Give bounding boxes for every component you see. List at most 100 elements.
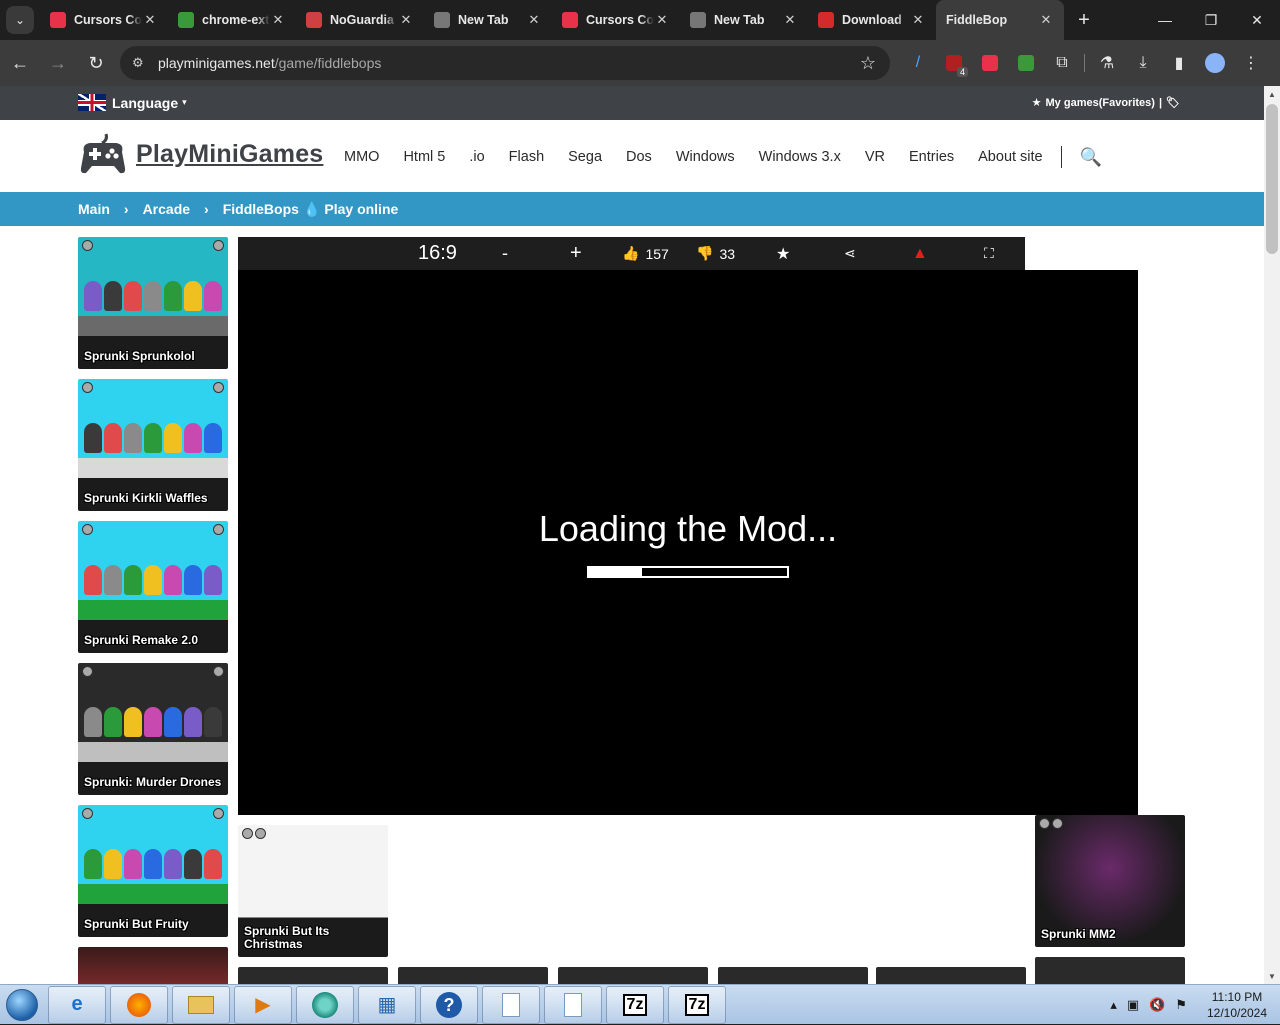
search-icon[interactable]: 🔍 (1080, 147, 1102, 168)
reload-button[interactable]: ↻ (78, 45, 114, 81)
download-icon[interactable]: ⤓ (1125, 45, 1161, 81)
dislike-button[interactable]: 👎 33 (696, 237, 735, 270)
green-extension-icon[interactable] (1008, 45, 1044, 81)
nav-link[interactable]: Entries (909, 149, 954, 165)
like-button[interactable]: 👍 157 (622, 237, 669, 270)
tab-close-icon[interactable]: ✕ (1038, 12, 1054, 28)
scroll-up-icon[interactable]: ▲ (1264, 86, 1280, 102)
start-button[interactable] (0, 985, 44, 1025)
game-thumb-partial[interactable] (1035, 957, 1185, 984)
browser-tab[interactable]: New Tab ✕ (424, 0, 552, 40)
game-thumbnail[interactable]: Sprunki Sprunkolol (78, 237, 228, 369)
browser-tab[interactable]: Download ✕ (808, 0, 936, 40)
bookmark-star-icon[interactable]: ☆ (860, 53, 876, 74)
game-thumb-partial[interactable] (238, 967, 388, 984)
nav-link[interactable]: Windows (676, 149, 735, 165)
7zip-taskbar-icon[interactable]: 7z (668, 985, 726, 1024)
nav-link[interactable]: About site (978, 149, 1043, 165)
clock[interactable]: 11:10 PM 12/10/2024 (1202, 989, 1272, 1021)
action-center-flag-icon[interactable]: ⚑ (1175, 997, 1187, 1013)
breadcrumb-section[interactable]: Arcade (143, 201, 190, 217)
page-scrollbar[interactable]: ▲ ▼ (1264, 86, 1280, 984)
volume-muted-icon[interactable]: 🔇 (1149, 997, 1165, 1013)
language-selector[interactable]: Language ▾ (78, 94, 187, 111)
firefox-taskbar-icon[interactable] (110, 985, 168, 1024)
game-thumb-partial[interactable] (558, 967, 708, 984)
game-thumbnail[interactable]: Sprunki Remake 2.0 (78, 521, 228, 653)
tab-close-icon[interactable]: ✕ (782, 12, 798, 28)
control-panel-taskbar-icon[interactable]: ▦ (358, 985, 416, 1024)
7zip-taskbar-icon[interactable]: 7z (606, 985, 664, 1024)
menu-kebab-icon[interactable]: ⋮ (1233, 45, 1269, 81)
scroll-down-icon[interactable]: ▼ (1264, 968, 1280, 984)
nav-link[interactable]: Flash (509, 149, 544, 165)
address-bar[interactable]: ⚙ playminigames.net/game/fiddlebops ☆ (120, 46, 890, 80)
site-info-icon[interactable]: ⚙ (132, 55, 154, 71)
forward-button[interactable]: → (40, 45, 76, 81)
pen-extension-icon[interactable]: / (900, 45, 936, 81)
tab-search-button[interactable]: ⌄ (6, 6, 34, 34)
labs-flask-icon[interactable]: ⚗ (1089, 45, 1125, 81)
media-player-taskbar-icon[interactable]: ▶ (234, 985, 292, 1024)
nav-link[interactable]: Sega (568, 149, 602, 165)
game-thumbnail[interactable]: Sprunki Kirkli Waffles (78, 379, 228, 511)
help-taskbar-icon[interactable]: ? (420, 985, 478, 1024)
browser-tab[interactable]: Cursors Co ✕ (552, 0, 680, 40)
related-game-thumbnail[interactable]: Sprunki But Its Christmas (238, 825, 388, 957)
puzzle-extensions-icon[interactable]: ⧉ (1044, 45, 1080, 81)
restore-icon[interactable]: ❐ (1188, 0, 1234, 40)
game-thumbnail[interactable]: Sprunki: Murder Drones (78, 663, 228, 795)
ublock-extension-icon[interactable]: 4 (936, 45, 972, 81)
scrollbar-thumb[interactable] (1266, 104, 1278, 254)
tab-close-icon[interactable]: ✕ (910, 12, 926, 28)
new-tab-button[interactable]: + (1068, 4, 1100, 36)
game-thumb-partial[interactable] (876, 967, 1026, 984)
nav-link[interactable]: .io (469, 149, 484, 165)
explorer-taskbar-icon[interactable] (172, 985, 230, 1024)
network-icon[interactable]: ▣ (1127, 997, 1139, 1013)
tab-close-icon[interactable]: ✕ (142, 12, 158, 28)
share-button[interactable]: ⋖ (844, 237, 856, 270)
game-canvas[interactable]: Loading the Mod... (238, 270, 1138, 815)
browser-tab[interactable]: chrome-ext ✕ (168, 0, 296, 40)
chrome-taskbar-icon[interactable] (296, 985, 354, 1024)
tab-close-icon[interactable]: ✕ (270, 12, 286, 28)
nav-link[interactable]: MMO (344, 149, 379, 165)
game-title: Sprunki Sprunkolol (84, 349, 195, 363)
favorite-star-button[interactable]: ★ (776, 237, 790, 270)
tab-close-icon[interactable]: ✕ (654, 12, 670, 28)
game-thumbnail[interactable]: Sprunki But Fruity (78, 805, 228, 937)
browser-tab[interactable]: FiddleBop ✕ (936, 0, 1064, 40)
fullscreen-button[interactable]: ⛶ (984, 237, 994, 270)
nav-link[interactable]: Dos (626, 149, 652, 165)
back-button[interactable]: ← (2, 45, 38, 81)
game-thumb-partial[interactable] (398, 967, 548, 984)
breadcrumb-main[interactable]: Main (78, 201, 110, 217)
tab-close-icon[interactable]: ✕ (526, 12, 542, 28)
cursor-extension-icon[interactable] (972, 45, 1008, 81)
tray-expand-icon[interactable]: ▴ (1110, 997, 1117, 1013)
nav-link[interactable]: Html 5 (403, 149, 445, 165)
zoom-in-button[interactable]: + (570, 237, 582, 270)
browser-tab[interactable]: NoGuardia ✕ (296, 0, 424, 40)
favorites-link[interactable]: ★ My games(Favorites) | 🏷 (1028, 96, 1180, 110)
profile-avatar-icon[interactable] (1197, 45, 1233, 81)
ie-taskbar-icon[interactable]: e (48, 985, 106, 1024)
minimize-icon[interactable]: — (1142, 0, 1188, 40)
game-thumb-partial[interactable] (718, 967, 868, 984)
document-taskbar-icon[interactable] (544, 985, 602, 1024)
side-panel-icon[interactable]: ▮ (1161, 45, 1197, 81)
zoom-out-button[interactable]: - (502, 237, 508, 270)
tab-close-icon[interactable]: ✕ (398, 12, 414, 28)
browser-tab[interactable]: Cursors Co ✕ (40, 0, 168, 40)
report-button[interactable]: ▲ (912, 237, 928, 270)
document-taskbar-icon[interactable] (482, 985, 540, 1024)
game-thumbnail-partial[interactable] (78, 947, 228, 984)
aspect-ratio-label[interactable]: 16:9 (418, 237, 457, 270)
close-window-icon[interactable]: ✕ (1234, 0, 1280, 40)
site-logo[interactable]: PlayMiniGames (78, 132, 323, 176)
browser-tab[interactable]: New Tab ✕ (680, 0, 808, 40)
nav-link[interactable]: Windows 3.x (759, 149, 841, 165)
related-game-thumbnail[interactable]: Sprunki MM2 (1035, 815, 1185, 947)
nav-link[interactable]: VR (865, 149, 885, 165)
